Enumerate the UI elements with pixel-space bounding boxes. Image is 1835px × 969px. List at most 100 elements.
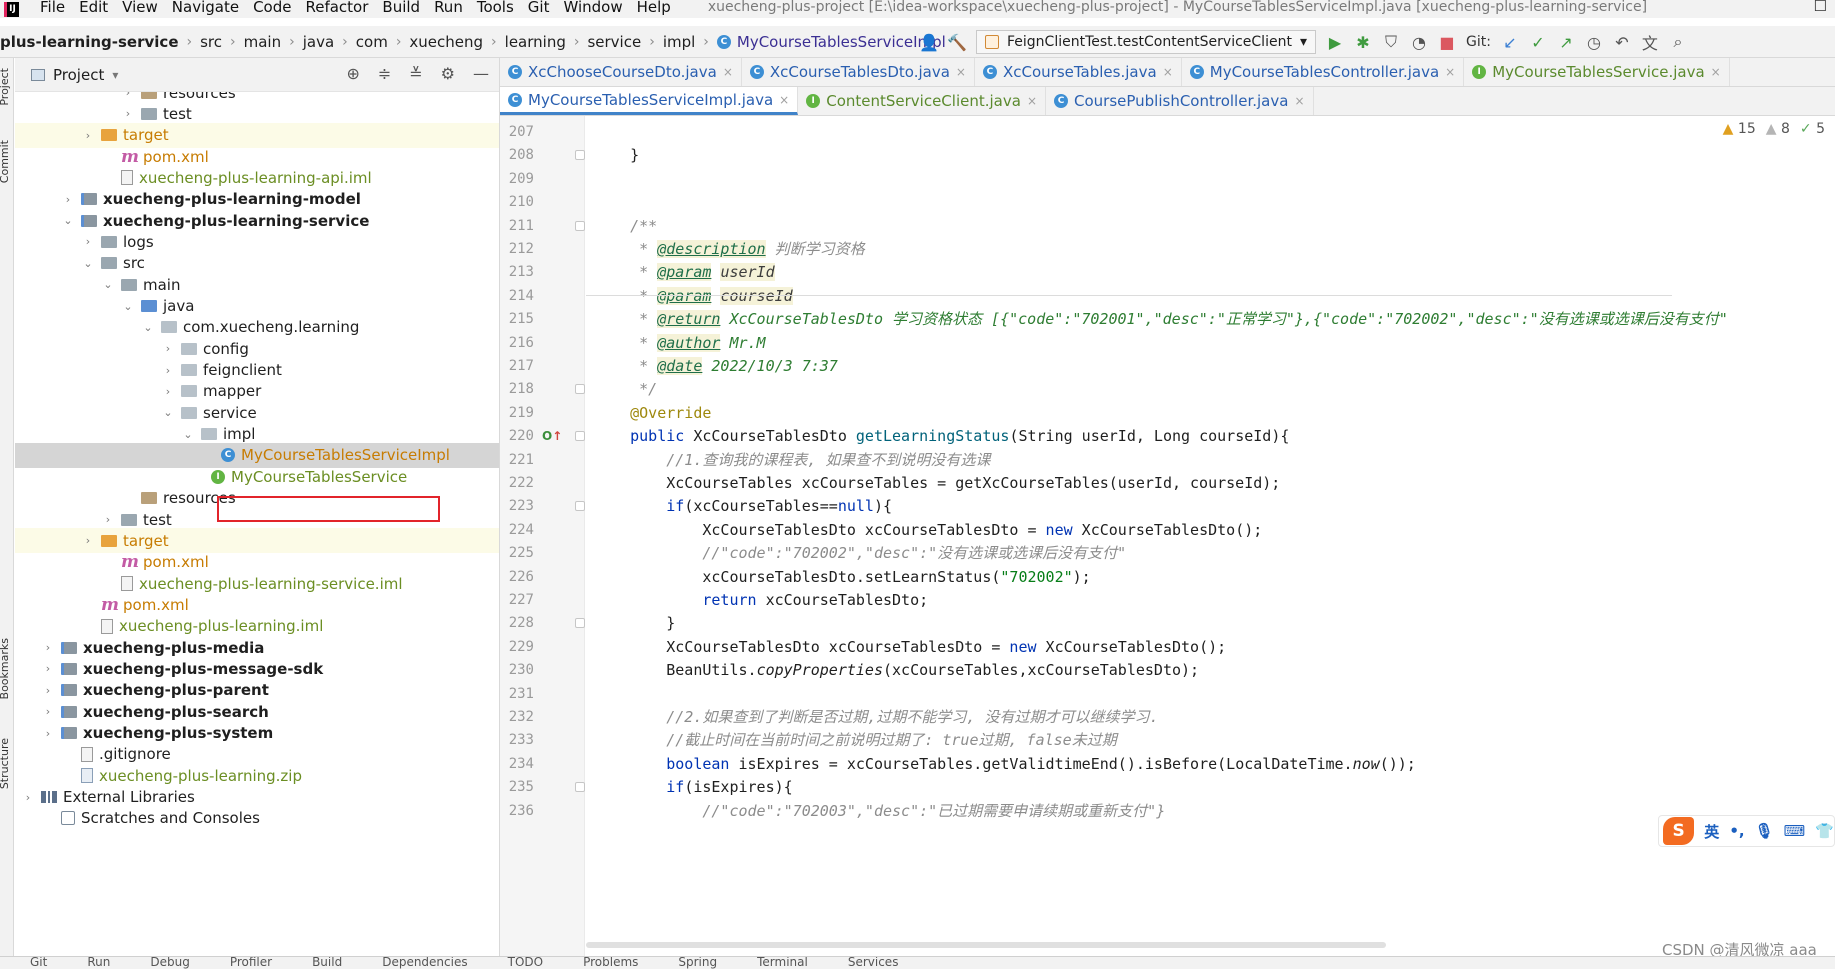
ime-punctuation-toggle[interactable]: •, <box>1729 822 1744 840</box>
bottom-tool-tab[interactable]: Services <box>848 957 899 969</box>
breadcrumb-service[interactable]: service <box>587 33 641 51</box>
fold-marker-icon[interactable] <box>575 220 585 231</box>
menu-refactor[interactable]: Refactor <box>298 0 375 15</box>
tree-item[interactable]: Scratches and Consoles <box>15 806 499 831</box>
project-view-selector[interactable]: Project ▾ <box>31 66 118 84</box>
chevron-down-icon[interactable]: ⌄ <box>161 406 175 419</box>
git-update-icon[interactable]: ↙ <box>1501 33 1519 52</box>
shirt-skin-icon[interactable]: 👕 <box>1815 822 1834 840</box>
editor-tab[interactable]: I ContentServiceClient.java × <box>798 87 1046 115</box>
editor-tab[interactable]: I MyCourseTablesService.java × <box>1464 58 1730 86</box>
sogou-ime-icon[interactable]: S <box>1663 817 1695 845</box>
editor-tab[interactable]: C XcChooseCourseDto.java × <box>500 58 742 86</box>
close-icon[interactable]: × <box>1445 65 1455 79</box>
git-history-icon[interactable]: ◷ <box>1585 33 1603 52</box>
locate-file-icon[interactable]: ⊕ <box>346 64 359 83</box>
bottom-tool-tab[interactable]: TODO <box>508 957 543 969</box>
breadcrumb-module[interactable]: plus-learning-service <box>0 33 179 51</box>
close-icon[interactable]: × <box>1294 94 1304 108</box>
chevron-right-icon[interactable]: › <box>41 705 55 718</box>
editor-tab[interactable]: C XcCourseTables.java × <box>975 58 1182 86</box>
chevron-down-icon[interactable]: ⌄ <box>121 300 135 313</box>
chevron-right-icon[interactable]: › <box>41 684 55 697</box>
structure-tool-tab[interactable]: Structure <box>0 738 11 789</box>
fold-marker-icon[interactable] <box>575 782 585 793</box>
rollback-icon[interactable]: ↶ <box>1613 33 1631 52</box>
chevron-right-icon[interactable]: › <box>81 534 95 547</box>
close-icon[interactable]: × <box>1027 94 1037 108</box>
chevron-right-icon[interactable]: › <box>121 92 135 99</box>
chevron-down-icon[interactable]: ⌄ <box>141 321 155 334</box>
close-icon[interactable]: × <box>1711 65 1721 79</box>
bookmarks-tool-tab[interactable]: Bookmarks <box>0 638 11 699</box>
chevron-right-icon[interactable]: › <box>41 662 55 675</box>
fold-marker-icon[interactable] <box>575 384 585 395</box>
fold-marker-icon[interactable] <box>575 150 585 161</box>
editor-tab[interactable]: C MyCourseTablesServiceImpl.java × <box>500 87 799 115</box>
bottom-tool-tab[interactable]: Terminal <box>757 957 808 969</box>
close-icon[interactable]: × <box>956 65 966 79</box>
chevron-right-icon[interactable]: › <box>21 791 35 804</box>
editor-tab[interactable]: C MyCourseTablesController.java × <box>1182 58 1465 86</box>
hide-panel-icon[interactable]: — <box>473 64 489 83</box>
git-push-icon[interactable]: ↗ <box>1557 33 1575 52</box>
user-account-icon[interactable]: 👤 <box>919 33 939 52</box>
keyboard-icon[interactable]: ⌨ <box>1784 822 1806 840</box>
collapse-all-icon[interactable]: ≚ <box>409 64 422 83</box>
menu-tools[interactable]: Tools <box>470 0 521 15</box>
chevron-down-icon[interactable]: ⌄ <box>101 278 115 291</box>
debug-icon[interactable]: ✱ <box>1354 33 1372 52</box>
expand-all-icon[interactable]: ≑ <box>378 64 391 83</box>
bottom-tool-tab[interactable]: Git <box>30 957 47 969</box>
coverage-icon[interactable]: ⛉ <box>1382 32 1400 52</box>
breadcrumb-learning[interactable]: learning <box>505 33 566 51</box>
breadcrumb-java[interactable]: java <box>303 33 334 51</box>
menu-help[interactable]: Help <box>630 0 678 15</box>
bottom-tool-tab[interactable]: Build <box>312 957 342 969</box>
chevron-right-icon[interactable]: › <box>161 364 175 377</box>
bottom-tool-tab[interactable]: Debug <box>150 957 189 969</box>
chevron-right-icon[interactable]: › <box>61 193 75 206</box>
microphone-icon[interactable]: 🎙 <box>1755 822 1774 840</box>
override-gutter-icon[interactable]: O↑ <box>542 425 562 448</box>
bottom-tool-tab[interactable]: Run <box>87 957 110 969</box>
chevron-right-icon[interactable]: › <box>121 107 135 120</box>
fold-marker-icon[interactable] <box>575 431 585 442</box>
breadcrumb-class[interactable]: C MyCourseTablesServiceImpl <box>716 33 946 51</box>
breadcrumb-com[interactable]: com <box>356 33 388 51</box>
bottom-tool-tab[interactable]: Spring <box>678 957 717 969</box>
chevron-down-icon[interactable]: ⌄ <box>181 428 195 441</box>
menu-navigate[interactable]: Navigate <box>165 0 246 15</box>
chevron-right-icon[interactable]: › <box>41 727 55 740</box>
run-icon[interactable]: ▶ <box>1326 33 1344 52</box>
menu-edit[interactable]: Edit <box>72 0 115 15</box>
menu-file[interactable]: File <box>22 0 72 15</box>
ime-language-toggle[interactable]: 英 <box>1704 821 1719 842</box>
inspection-widget[interactable]: ▲ 15 ▲ 8 ✓ 5 <box>1723 121 1825 137</box>
menu-run[interactable]: Run <box>427 0 470 15</box>
bottom-tool-tab[interactable]: Dependencies <box>382 957 467 969</box>
editor-tab[interactable]: C CoursePublishController.java × <box>1046 87 1314 115</box>
breadcrumb-xuecheng[interactable]: xuecheng <box>409 33 483 51</box>
chevron-right-icon[interactable]: › <box>81 129 95 142</box>
close-icon[interactable]: × <box>1163 65 1173 79</box>
chevron-down-icon[interactable]: ⌄ <box>81 257 95 270</box>
bottom-tool-tab[interactable]: Problems <box>583 957 638 969</box>
horizontal-scrollbar[interactable] <box>586 942 1386 948</box>
chevron-right-icon[interactable]: › <box>161 385 175 398</box>
fold-marker-icon[interactable] <box>575 618 585 629</box>
chevron-down-icon[interactable]: ⌄ <box>61 214 75 227</box>
code-area[interactable]: } /** * @description 判断学习资格 * @param use… <box>586 116 1835 956</box>
breadcrumb-impl[interactable]: impl <box>663 33 695 51</box>
menu-build[interactable]: Build <box>375 0 427 15</box>
breadcrumb-main[interactable]: main <box>244 33 281 51</box>
breadcrumb-src[interactable]: src <box>200 33 222 51</box>
run-configuration-selector[interactable]: FeignClientTest.testContentServiceClient… <box>976 30 1316 54</box>
git-commit-icon[interactable]: ✓ <box>1529 33 1547 52</box>
translate-icon[interactable]: 文 <box>1641 30 1659 54</box>
ime-toolbar[interactable]: S 英 •, 🎙 ⌨ 👕 <box>1658 815 1835 847</box>
gear-icon[interactable]: ⚙ <box>441 64 455 83</box>
close-icon[interactable]: × <box>723 65 733 79</box>
chevron-right-icon[interactable]: › <box>41 641 55 654</box>
close-icon[interactable]: × <box>779 93 789 107</box>
